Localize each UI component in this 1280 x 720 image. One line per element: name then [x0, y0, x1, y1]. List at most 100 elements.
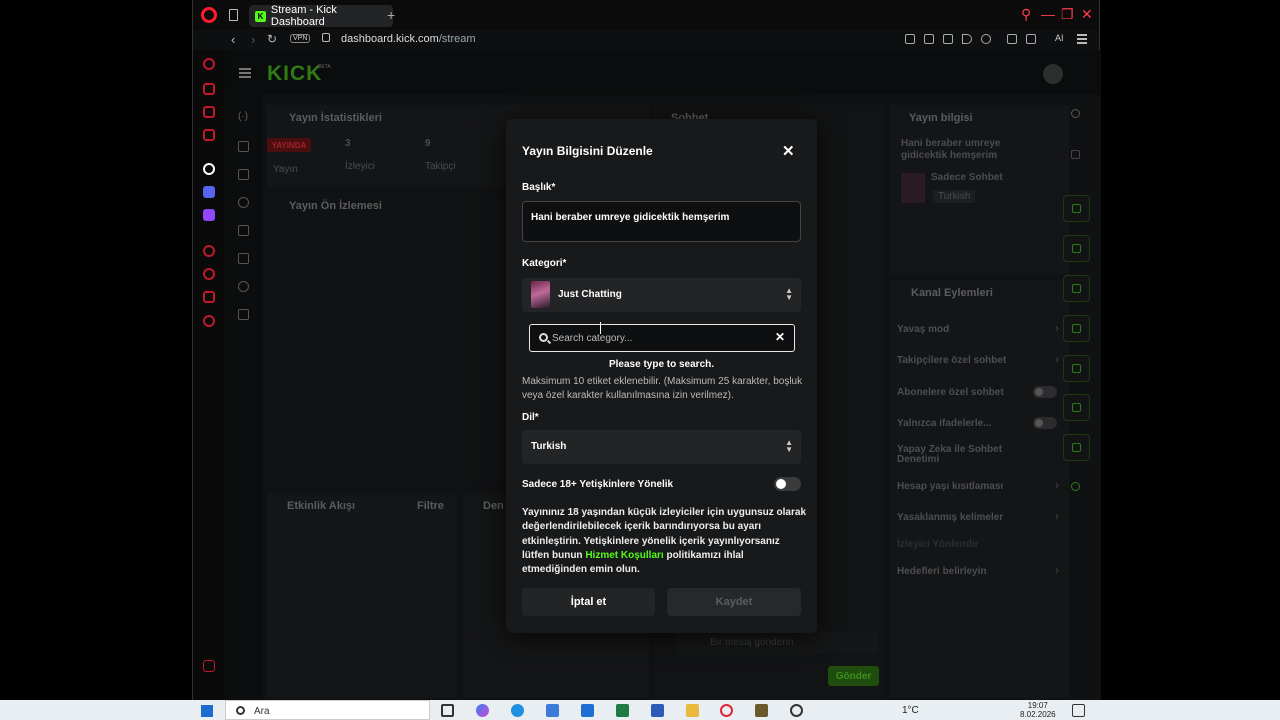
adult-content-toggle[interactable] — [774, 477, 801, 491]
video-icon[interactable] — [238, 225, 249, 236]
player-icon[interactable] — [962, 34, 972, 44]
excel-icon[interactable] — [616, 704, 629, 717]
maximize-icon[interactable]: ❐ — [1061, 6, 1074, 23]
category-search-input[interactable] — [552, 331, 762, 345]
url-path: /stream — [438, 33, 476, 45]
heart-icon[interactable] — [981, 34, 991, 44]
menu-icon[interactable] — [239, 68, 251, 78]
language-label: Dil* — [522, 412, 539, 423]
wrench-icon[interactable] — [238, 253, 249, 264]
download-icon[interactable] — [1026, 34, 1036, 44]
title-field[interactable]: Hani beraber umreye gidicektik hemşerim — [522, 201, 801, 242]
stream-nav-icon[interactable]: (·) — [238, 111, 249, 122]
back-icon[interactable]: ‹ — [231, 32, 235, 47]
cards-action-button[interactable] — [1063, 394, 1090, 421]
obs-icon[interactable] — [790, 704, 803, 717]
history-icon[interactable] — [203, 268, 215, 280]
action-goals[interactable]: Hedefleri belirleyin — [897, 566, 986, 577]
crypto-wallet-icon[interactable] — [203, 83, 215, 95]
instagram-icon[interactable] — [203, 129, 215, 141]
trophy-icon[interactable] — [238, 197, 249, 208]
info-category-image — [901, 173, 925, 203]
settings-icon[interactable] — [203, 315, 215, 327]
vpn-badge[interactable]: VPN — [290, 34, 311, 43]
outlook-icon[interactable] — [581, 704, 594, 717]
close-window-icon[interactable]: ✕ — [1081, 6, 1093, 23]
action-ai-moderation[interactable]: Yapay Zeka ile Sohbet Denetimi — [897, 445, 1017, 465]
analytics-icon[interactable] — [238, 169, 249, 180]
reload-icon[interactable]: ↻ — [267, 32, 277, 46]
date: 8.02.2026 — [1020, 710, 1056, 719]
close-icon[interactable]: ✕ — [782, 142, 795, 160]
action-slow-mode[interactable]: Yavaş mod — [897, 324, 949, 335]
notifications-icon[interactable] — [1072, 704, 1085, 717]
link-icon[interactable] — [238, 141, 249, 152]
search-tabs-icon[interactable]: ⚲ — [1021, 6, 1031, 23]
opera-taskbar-icon[interactable] — [720, 704, 733, 717]
page-icon[interactable] — [229, 9, 238, 21]
category-thumbnail — [531, 281, 550, 308]
action-account-age[interactable]: Hesap yaşı kısıtlaması — [897, 481, 1003, 492]
tools-action-button[interactable] — [1063, 434, 1090, 461]
subscribers-only-toggle[interactable] — [1033, 386, 1057, 398]
camera-icon[interactable] — [905, 34, 915, 44]
tab-kick-dashboard[interactable]: K Stream - Kick Dashboard — [249, 4, 393, 28]
action-followers-only[interactable]: Takipçilere özel sohbet — [897, 355, 1006, 366]
broadcast-action-button[interactable] — [1063, 355, 1090, 382]
opera-logo-icon[interactable] — [201, 7, 217, 23]
clear-search-icon[interactable]: ✕ — [775, 330, 785, 344]
desktop: K Stream - Kick Dashboard + ⚲ — ❐ ✕ ‹ › … — [0, 0, 1280, 720]
chat-input[interactable]: Bir mesaj gönderin — [676, 632, 878, 654]
snapshot-icon[interactable] — [924, 34, 934, 44]
kick-logo[interactable]: KICK — [267, 62, 322, 86]
emotes-only-toggle[interactable] — [1033, 417, 1057, 429]
qr-action-button[interactable] — [1063, 195, 1090, 222]
action-banned-words[interactable]: Yasaklanmış kelimeler — [897, 512, 1003, 523]
twitch-icon[interactable] — [203, 209, 215, 221]
taskbar-search[interactable]: Ara — [225, 700, 430, 720]
upload-icon[interactable] — [238, 309, 249, 320]
chatgpt-icon[interactable] — [203, 163, 215, 175]
temperature[interactable]: 1°C — [902, 705, 919, 716]
discord-icon[interactable] — [203, 186, 215, 198]
info-rail-icon[interactable] — [1063, 101, 1090, 128]
messenger-icon[interactable] — [203, 106, 215, 118]
chat-action-button[interactable] — [1063, 315, 1090, 342]
category-select[interactable]: Just Chatting ▲ ▼ — [522, 278, 801, 312]
language-select[interactable]: Turkish ▲ ▼ — [522, 430, 801, 464]
lock-icon[interactable] — [322, 33, 330, 42]
easy-setup-icon[interactable] — [1077, 34, 1087, 44]
add-action-icon[interactable] — [1063, 474, 1090, 501]
url-field[interactable]: dashboard.kick.com/stream — [341, 33, 476, 45]
new-tab-button[interactable]: + — [387, 7, 395, 23]
file-explorer-icon[interactable] — [686, 704, 699, 717]
clipboard-action-button[interactable] — [1063, 275, 1090, 302]
save-button[interactable]: Kaydet — [667, 588, 801, 616]
flash-action-button[interactable] — [1063, 235, 1090, 262]
aria-icon[interactable] — [203, 58, 215, 70]
terms-of-service-link[interactable]: Hizmet Koşulları — [585, 550, 663, 561]
action-raid[interactable]: İzleyici Yönlendir — [897, 539, 979, 550]
more-sidebar-icon[interactable] — [203, 660, 215, 672]
minimize-icon[interactable]: — — [1041, 6, 1055, 22]
edit-rail-icon[interactable] — [1063, 142, 1090, 169]
wallet-icon[interactable] — [943, 34, 953, 44]
cancel-button[interactable]: İptal et — [522, 588, 655, 616]
clock[interactable]: 19:07 8.02.2026 — [1020, 701, 1056, 719]
extensions-icon[interactable] — [203, 291, 215, 303]
player-sidebar-icon[interactable] — [203, 245, 215, 257]
task-view-icon[interactable] — [441, 704, 454, 717]
start-icon[interactable] — [201, 705, 213, 717]
avatar[interactable] — [1043, 64, 1063, 84]
copilot-icon[interactable] — [476, 704, 489, 717]
edge-icon[interactable] — [511, 704, 524, 717]
app-icon[interactable] — [755, 704, 768, 717]
forward-icon[interactable]: › — [251, 32, 255, 47]
word-icon[interactable] — [651, 704, 664, 717]
store-icon[interactable] — [546, 704, 559, 717]
aria-ai-button[interactable]: AI — [1055, 33, 1064, 43]
share-icon[interactable] — [1007, 34, 1017, 44]
filter-button[interactable]: Filtre — [417, 500, 444, 512]
users-icon[interactable] — [238, 281, 249, 292]
send-button[interactable]: Gönder — [828, 666, 879, 686]
